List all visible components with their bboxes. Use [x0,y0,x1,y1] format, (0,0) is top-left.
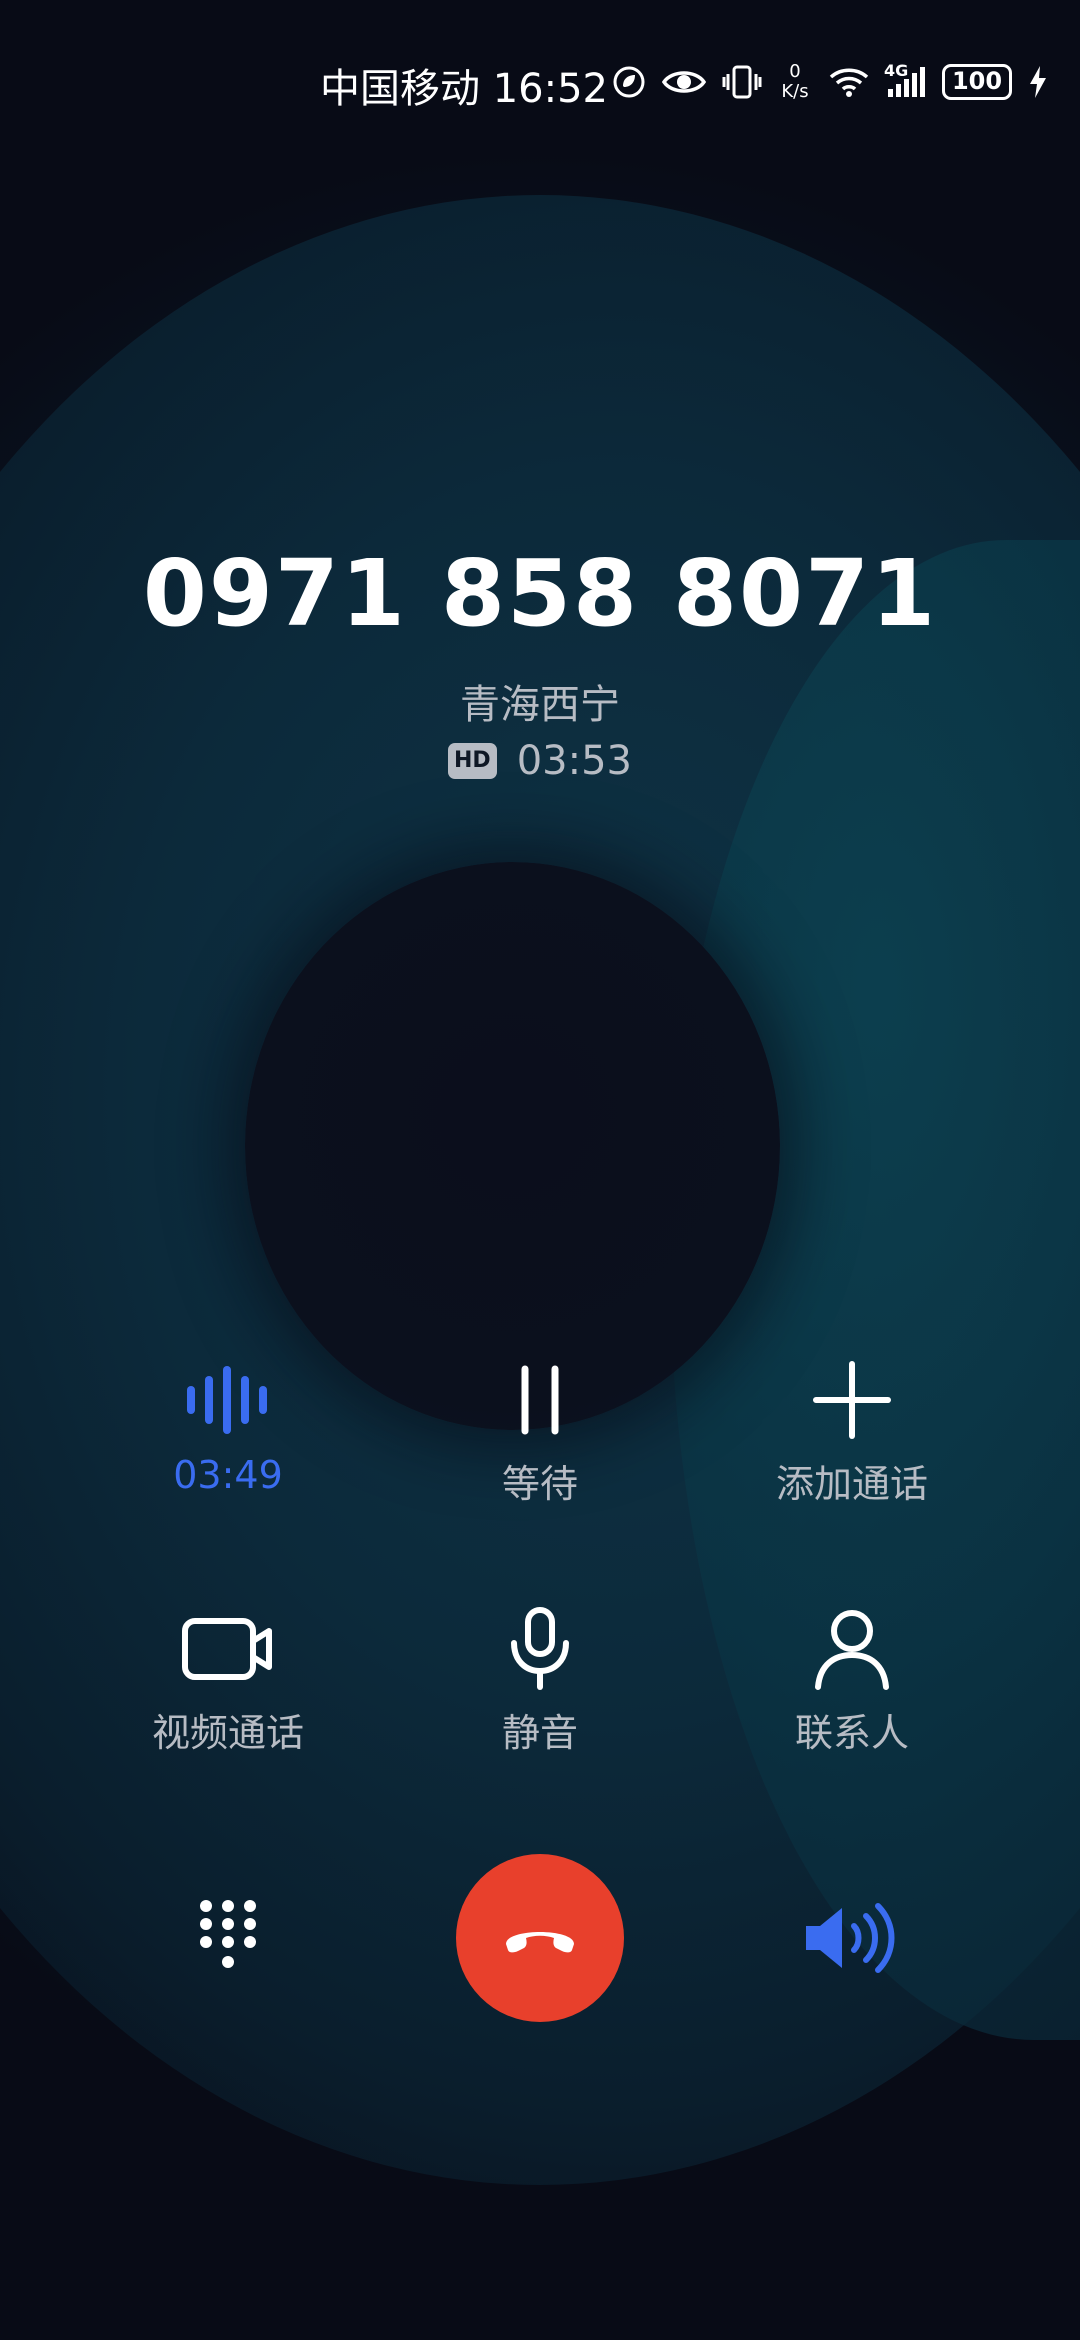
hold-button[interactable]: 等待 [390,1355,690,1508]
add-call-label: 添加通话 [775,1462,928,1506]
dialpad-button[interactable] [168,1878,288,1998]
plus-icon [812,1355,892,1445]
caller-number: 0971 858 8071 [142,540,938,647]
battery-level: 100 [951,67,1003,95]
carrier-name: 中国移动 [320,66,480,112]
speaker-icon [806,1903,895,1973]
call-duration: 03:53 [516,738,632,784]
hd-badge: HD [448,743,497,779]
clock: 16:52 [492,66,608,112]
carrier-time: 中国移动 16:52 [320,56,608,114]
contacts-button[interactable]: 联系人 [702,1604,1002,1757]
signal-icon: 4G [884,61,926,99]
call-meta: HD 03:53 [0,738,1080,784]
status-icons: 0 K/s 4G 100 [612,56,1048,108]
vibrate-icon [722,64,762,100]
mute-button[interactable]: 静音 [390,1604,690,1757]
recording-time: 03:49 [173,1453,283,1497]
hold-label: 等待 [501,1462,578,1506]
background-hole [245,862,780,1430]
person-icon [812,1604,892,1694]
end-call-button[interactable] [456,1854,624,2022]
microphone-icon [508,1604,572,1694]
net-speed: 0 K/s [778,62,812,102]
dialpad-icon [200,1900,256,1968]
sound-wave-icon [183,1355,273,1445]
video-camera-icon [181,1604,275,1694]
speaker-button[interactable] [790,1878,910,1998]
battery-icon: 100 [942,64,1012,100]
hang-up-icon [506,1932,574,1953]
eye-comfort-icon [662,67,706,97]
wifi-icon [828,65,870,99]
contacts-label: 联系人 [794,1711,909,1755]
video-call-button[interactable]: 视频通话 [78,1604,378,1757]
recording-button[interactable]: 03:49 [78,1355,378,1497]
status-bar: 中国移动 16:52 0 K/s 4G 100 [0,52,1080,112]
mute-label: 静音 [501,1711,578,1755]
net-speed-value: 0 [789,61,801,82]
net-speed-unit: K/s [781,81,809,102]
add-call-button[interactable]: 添加通话 [702,1355,1002,1508]
nfc-leaf-icon [612,65,646,99]
charging-icon [1028,65,1048,99]
video-call-label: 视频通话 [151,1711,304,1755]
pause-icon [515,1355,565,1445]
caller-location: 青海西宁 [460,682,620,728]
network-type: 4G [884,61,909,80]
